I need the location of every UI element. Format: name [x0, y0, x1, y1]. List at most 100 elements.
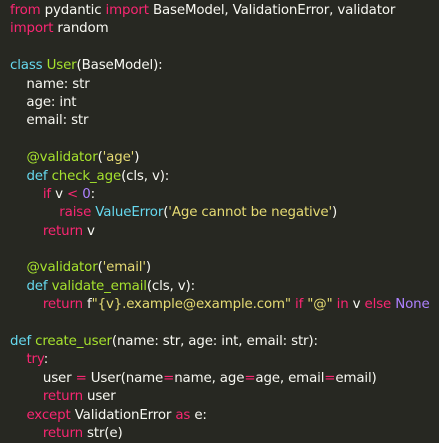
code-token: =	[324, 370, 336, 386]
code-token: age: int	[10, 94, 77, 110]
code-token: <	[67, 186, 79, 202]
code-token: v	[348, 297, 365, 313]
code-token: email)	[335, 370, 377, 386]
code-token: v	[51, 186, 67, 202]
code-token: in	[336, 297, 349, 313]
code-token: import	[105, 3, 149, 18]
code-line[interactable]: def validate_email(cls, v):	[10, 278, 439, 296]
code-token: 'email'	[102, 260, 146, 276]
code-token: "@"	[307, 297, 333, 313]
code-line[interactable]: @validator('email')	[10, 259, 439, 277]
code-token: 'age'	[102, 150, 135, 166]
code-token: return	[42, 297, 83, 313]
code-token: else	[364, 297, 392, 313]
code-token: BaseModel, ValidationError, validator	[148, 3, 396, 18]
code-token: if	[295, 297, 304, 313]
code-line[interactable]: def check_age(cls, v):	[10, 168, 439, 186]
code-line[interactable]	[10, 131, 439, 149]
code-token: "{v}.example@example.com"	[91, 297, 291, 313]
code-token: try	[26, 352, 44, 368]
code-token: =	[163, 370, 175, 386]
code-token: name, age	[174, 370, 245, 386]
code-line[interactable]: @validator('age')	[10, 149, 439, 167]
code-line[interactable]: except ValidationError as e:	[10, 407, 439, 425]
code-token: (cls, v):	[121, 168, 170, 184]
code-token: from	[10, 3, 41, 18]
code-token: str(e)	[82, 425, 123, 441]
code-token: =	[244, 370, 256, 386]
code-token: f	[82, 297, 92, 313]
code-line[interactable]: if v < 0:	[10, 186, 439, 204]
code-token: return	[42, 223, 83, 239]
code-token: )	[332, 205, 338, 221]
code-token: raise	[59, 205, 92, 221]
code-token: user	[10, 370, 76, 386]
code-line[interactable]	[10, 315, 439, 333]
code-line[interactable]: return v	[10, 223, 439, 241]
code-line[interactable]: from pydantic import BaseModel, Validati…	[10, 2, 439, 20]
code-token: @validator	[26, 260, 98, 276]
code-token: )	[134, 150, 140, 166]
code-token: User(name	[86, 370, 164, 386]
code-token: :	[90, 186, 96, 202]
code-editor[interactable]: from pydantic import BaseModel, Validati…	[0, 0, 439, 441]
code-token: =	[75, 370, 87, 386]
code-line[interactable]: email: str	[10, 112, 439, 130]
code-token: name: str	[10, 76, 90, 92]
code-token: import	[10, 21, 54, 37]
code-token: return	[42, 389, 83, 405]
code-line[interactable]: return str(e)	[10, 425, 439, 443]
code-line[interactable]	[10, 39, 439, 57]
code-line[interactable]: raise ValueError('Age cannot be negative…	[10, 204, 439, 222]
code-token: class	[10, 58, 43, 74]
code-token: def	[10, 334, 32, 350]
code-line[interactable]: user = User(name=name, age=age, email=em…	[10, 370, 439, 388]
code-token: @validator	[26, 150, 98, 166]
code-token: )	[145, 260, 151, 276]
code-token: except	[26, 407, 71, 423]
code-token: pydantic	[40, 3, 106, 18]
code-token: user	[82, 389, 116, 405]
code-line[interactable]: import random	[10, 20, 439, 38]
code-token: 0	[82, 186, 91, 202]
code-token: def	[26, 168, 48, 184]
code-line[interactable]: def create_user(name: str, age: int, ema…	[10, 333, 439, 351]
code-token: return	[42, 425, 83, 441]
code-token: ValueError	[95, 205, 164, 221]
code-token: random	[53, 21, 109, 37]
code-token: (BaseModel):	[76, 58, 163, 74]
code-token: e:	[190, 407, 207, 423]
code-token: as	[175, 407, 191, 423]
code-line[interactable]: age: int	[10, 94, 439, 112]
code-line[interactable]: name: str	[10, 76, 439, 94]
code-line[interactable]: return f"{v}.example@example.com" if "@"…	[10, 296, 439, 314]
code-token: age, email	[255, 370, 325, 386]
code-line[interactable]: class User(BaseModel):	[10, 57, 439, 75]
code-token: 'Age cannot be negative'	[168, 205, 333, 221]
code-line[interactable]	[10, 241, 439, 259]
code-token: check_age	[51, 168, 122, 184]
code-token: (cls, v):	[146, 278, 195, 294]
code-token: ValidationError	[70, 407, 176, 423]
code-token: User	[46, 58, 77, 74]
code-token: def	[26, 278, 48, 294]
code-token: :	[43, 352, 49, 368]
code-token: v	[82, 223, 95, 239]
code-token: (name: str, age: int, email: str):	[111, 334, 318, 350]
code-token: if	[42, 186, 51, 202]
code-line[interactable]: try:	[10, 351, 439, 369]
code-token: validate_email	[51, 278, 147, 294]
code-token: email: str	[10, 113, 89, 129]
